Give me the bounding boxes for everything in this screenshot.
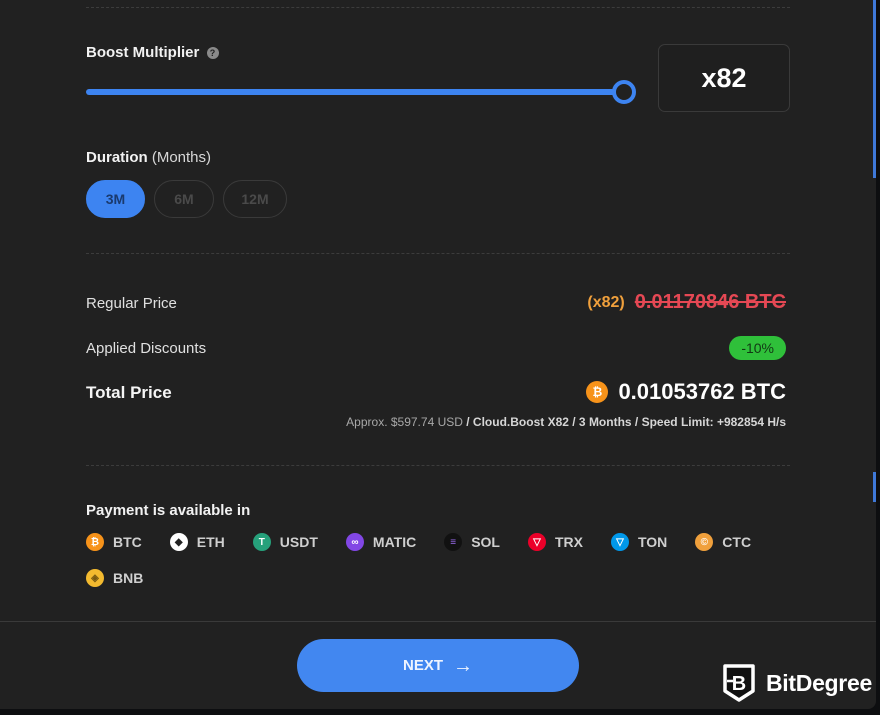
duration-label: Duration (Months) bbox=[86, 149, 211, 166]
duration-option-12m[interactable]: 12M bbox=[223, 180, 287, 218]
duration-label-text: Duration bbox=[86, 149, 148, 166]
boost-multiplier-slider[interactable] bbox=[86, 80, 638, 104]
coin-label: ETH bbox=[196, 534, 225, 550]
payment-row-1: ₿ BTC ◆ ETH T USDT ∞ MATIC ≡ SOL ▽ TRX ▽… bbox=[86, 532, 786, 552]
slider-thumb[interactable] bbox=[612, 80, 636, 104]
coin-label: SOL bbox=[471, 534, 500, 550]
coin-btc: ₿ BTC bbox=[86, 533, 142, 551]
approx-usd: Approx. $597.74 USD bbox=[346, 415, 463, 429]
solana-icon: ≡ bbox=[444, 533, 463, 551]
coin-label: USDT bbox=[279, 534, 318, 550]
footer-divider bbox=[0, 621, 876, 622]
boost-multiplier-label: Boost Multiplier ? bbox=[86, 44, 219, 61]
question-circle-icon[interactable]: ? bbox=[206, 47, 219, 59]
bitcoin-icon: ₿ bbox=[586, 381, 609, 403]
coin-label: CTC bbox=[722, 534, 752, 550]
payment-coin-list: ₿ BTC ◆ ETH T USDT ∞ MATIC ≡ SOL ▽ TRX ▽… bbox=[86, 532, 786, 604]
toncoin-icon: ▽ bbox=[610, 533, 629, 551]
scrollbar-accent-mid[interactable] bbox=[873, 472, 876, 502]
total-price-amount: 0.01053762 BTC bbox=[618, 379, 786, 404]
tron-icon: ▽ bbox=[527, 533, 546, 551]
applied-discounts-label: Applied Discounts bbox=[86, 340, 207, 357]
multiplier-value-box: x82 bbox=[658, 44, 790, 112]
coin-trx: ▽ TRX bbox=[527, 533, 583, 551]
boost-multiplier-text: Boost Multiplier bbox=[86, 44, 200, 61]
price-summary: Approx. $597.74 USD / Cloud.Boost X82 / … bbox=[346, 415, 786, 429]
scrollbar-accent-top[interactable] bbox=[873, 0, 876, 178]
discount-badge: -10% bbox=[729, 336, 786, 360]
regular-price-label: Regular Price bbox=[86, 295, 177, 312]
bitcoin-icon: ₿ bbox=[86, 533, 104, 551]
coin-label: TON bbox=[637, 534, 668, 550]
divider-pricing bbox=[86, 253, 790, 254]
bitdegree-watermark: B BitDegree bbox=[722, 663, 872, 703]
ethereum-icon: ◆ bbox=[169, 533, 188, 551]
payment-available-label: Payment is available in bbox=[86, 502, 251, 519]
total-price-value: ₿ 0.01053762 BTC bbox=[586, 379, 786, 405]
arrow-right-icon: → bbox=[453, 654, 473, 677]
duration-options: 3M 6M 12M bbox=[86, 180, 287, 218]
total-price-label: Total Price bbox=[86, 383, 172, 402]
slider-track[interactable] bbox=[86, 89, 624, 95]
regular-price-value: (x82) 0.01170846 BTC bbox=[587, 291, 786, 314]
bitdegree-shield-icon: B bbox=[723, 664, 755, 702]
coin-usdt: T USDT bbox=[252, 533, 318, 551]
bnb-icon: ◈ bbox=[86, 569, 104, 587]
svg-text:B: B bbox=[732, 673, 746, 695]
coin-label: BNB bbox=[113, 570, 144, 586]
duration-option-3m[interactable]: 3M bbox=[86, 180, 145, 218]
polygon-icon: ∞ bbox=[345, 533, 364, 551]
tether-icon: T bbox=[252, 533, 271, 551]
coin-label: BTC bbox=[113, 534, 142, 550]
divider-payment bbox=[86, 465, 790, 466]
next-button[interactable]: NEXT → bbox=[297, 639, 579, 692]
brand-name: BitDegree bbox=[766, 669, 872, 696]
duration-option-6m[interactable]: 6M bbox=[154, 180, 214, 218]
payment-row-2: ◈ BNB bbox=[86, 568, 786, 588]
divider-top bbox=[86, 7, 790, 8]
next-button-label: NEXT bbox=[402, 657, 443, 674]
duration-unit: (Months) bbox=[151, 149, 212, 166]
coin-eth: ◆ ETH bbox=[169, 533, 225, 551]
boost-config-panel: Boost Multiplier ? x82 Duration (Months)… bbox=[0, 0, 876, 709]
coin-ton: ▽ TON bbox=[610, 533, 668, 551]
coin-sol: ≡ SOL bbox=[444, 533, 500, 551]
coin-label: MATIC bbox=[372, 534, 417, 550]
creditcoin-icon: © bbox=[695, 533, 714, 551]
plan-details: / Cloud.Boost X82 / 3 Months / Speed Lim… bbox=[462, 415, 786, 429]
coin-ctc: © CTC bbox=[695, 533, 751, 551]
coin-bnb: ◈ BNB bbox=[86, 569, 143, 587]
coin-matic: ∞ MATIC bbox=[345, 533, 417, 551]
regular-price-multiplier: (x82) bbox=[587, 293, 625, 311]
regular-price-strikethrough: 0.01170846 BTC bbox=[634, 291, 786, 313]
discount-value: -10% bbox=[729, 336, 786, 360]
coin-label: TRX bbox=[554, 534, 583, 550]
